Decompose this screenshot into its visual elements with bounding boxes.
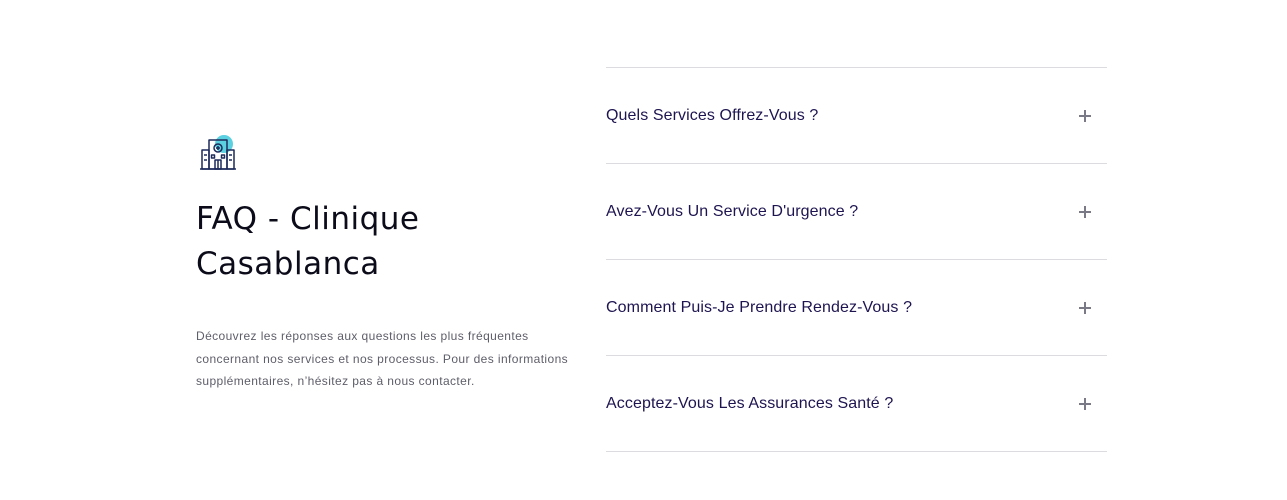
faq-item-insurance[interactable]: Acceptez-Vous Les Assurances Santé ? [606,356,1107,452]
faq-section: FAQ - Clinique Casablanca Découvrez les … [0,0,1287,500]
faq-question[interactable]: Avez-Vous Un Service D'urgence ? [606,203,858,221]
faq-item-services[interactable]: Quels Services Offrez-Vous ? [606,68,1107,164]
faq-intro: FAQ - Clinique Casablanca Découvrez les … [196,133,576,393]
plus-icon[interactable] [1079,301,1091,314]
faq-question[interactable]: Quels Services Offrez-Vous ? [606,107,818,125]
plus-icon[interactable] [1079,205,1091,218]
faq-item-appointment[interactable]: Comment Puis-Je Prendre Rendez-Vous ? [606,260,1107,356]
faq-item-emergency[interactable]: Avez-Vous Un Service D'urgence ? [606,164,1107,260]
faq-description: Découvrez les réponses aux questions les… [196,329,569,388]
plus-icon[interactable] [1079,109,1091,122]
hospital-building-icon [200,135,236,170]
faq-accordion: Quels Services Offrez-Vous ? Avez-Vous U… [606,67,1107,452]
faq-question[interactable]: Acceptez-Vous Les Assurances Santé ? [606,395,893,413]
faq-question[interactable]: Comment Puis-Je Prendre Rendez-Vous ? [606,299,912,317]
faq-title: FAQ - Clinique Casablanca [196,201,420,282]
plus-icon[interactable] [1079,397,1091,410]
